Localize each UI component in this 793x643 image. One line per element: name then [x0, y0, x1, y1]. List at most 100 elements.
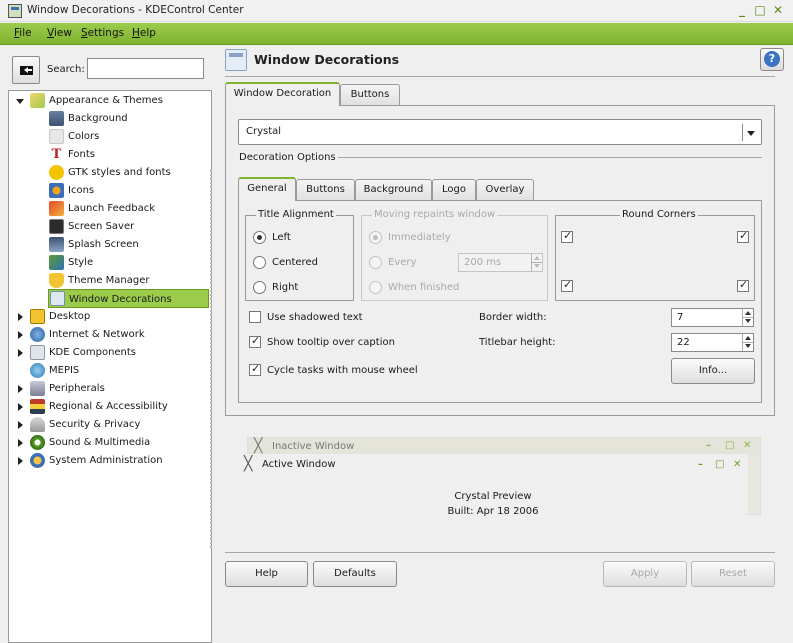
background-icon — [49, 111, 64, 126]
expand-arrow-icon[interactable] — [18, 349, 23, 357]
repaint-interval-spinbox[interactable]: 200 ms — [458, 253, 543, 272]
tree-item-launch-feedback[interactable]: Launch Feedback — [49, 200, 209, 217]
tree-item-security[interactable]: Security & Privacy — [30, 416, 208, 433]
tab-buttons[interactable]: Buttons — [340, 84, 400, 106]
tree-item-sound[interactable]: Sound & Multimedia — [30, 434, 208, 451]
tree-item-style[interactable]: Style — [49, 254, 209, 271]
tree-item-gtk[interactable]: GTK styles and fonts — [49, 164, 209, 181]
tree-item-peripherals[interactable]: Peripherals — [30, 380, 208, 397]
titlebar-height-label: Titlebar height: — [479, 337, 556, 348]
tree-item-icons[interactable]: Icons — [49, 182, 209, 199]
radio-every[interactable] — [369, 256, 382, 269]
expand-arrow-icon[interactable] — [18, 385, 23, 393]
subtab-background[interactable]: Background — [355, 179, 432, 201]
tree-item-screensaver[interactable]: Screen Saver — [49, 218, 209, 235]
expand-arrow-icon[interactable] — [18, 421, 23, 429]
tree-item-label: Icons — [68, 185, 95, 196]
tree-item-background[interactable]: Background — [49, 110, 209, 127]
tree-item-desktop[interactable]: Desktop — [30, 308, 208, 325]
menu-settings[interactable]: Settings — [81, 27, 124, 39]
tree-item-kde-components[interactable]: KDE Components — [30, 344, 208, 361]
preview-active-titlebar: ╳ Active Window – □ ✕ — [238, 454, 748, 474]
use-shadowed-text-checkbox[interactable] — [249, 311, 261, 323]
network-icon — [30, 327, 45, 342]
border-width-label: Border width: — [479, 312, 547, 323]
title-alignment-label: Title Alignment — [256, 209, 336, 220]
x-logo-icon: ╳ — [244, 456, 253, 472]
tree-item-network[interactable]: Internet & Network — [30, 326, 208, 343]
show-tooltip-label: Show tooltip over caption — [267, 337, 395, 348]
spin-down-icon[interactable] — [742, 342, 753, 351]
tree-item-label: Background — [68, 113, 128, 124]
decoration-select[interactable]: Crystal — [238, 119, 762, 145]
tree-item-mepis[interactable]: MEPIS — [30, 362, 208, 379]
round-corner-bottom-right-checkbox[interactable] — [737, 278, 749, 292]
preview-close-icon: ✕ — [733, 459, 742, 470]
help-button[interactable]: ? — [760, 48, 784, 71]
tree-item-window-decorations[interactable]: Window Decorations — [48, 289, 209, 308]
splitter-handle[interactable] — [210, 170, 212, 550]
spin-down-icon[interactable] — [742, 317, 753, 326]
round-corner-top-left-checkbox[interactable] — [561, 229, 573, 243]
show-tooltip-checkbox[interactable] — [249, 334, 261, 348]
round-corner-bottom-left-checkbox[interactable] — [561, 278, 573, 292]
tree-item-fonts[interactable]: T Fonts — [49, 146, 209, 163]
radio-right[interactable] — [253, 281, 266, 294]
defaults-button[interactable]: Defaults — [313, 561, 397, 587]
subtab-buttons[interactable]: Buttons — [296, 179, 355, 201]
tree-item-colors[interactable]: Colors — [49, 128, 209, 145]
decoration-options-label: Decoration Options — [237, 152, 338, 163]
titlebar-height-spinbox[interactable]: 22 — [671, 333, 754, 352]
tree-item-label: Desktop — [49, 311, 91, 322]
header-divider — [225, 76, 775, 77]
module-tree[interactable]: Appearance & Themes Background Colors T … — [8, 90, 212, 643]
close-icon[interactable]: ✕ — [770, 2, 786, 18]
info-button[interactable]: Info... — [671, 358, 755, 384]
preview-close-icon: ✕ — [743, 440, 752, 451]
expand-arrow-icon[interactable] — [18, 403, 23, 411]
title-bar[interactable]: Window Decorations - KDEControl Center _… — [0, 0, 793, 22]
menu-help-label: elp — [139, 27, 156, 39]
tree-item-splash[interactable]: Splash Screen — [49, 236, 209, 253]
apply-button[interactable]: Apply — [603, 561, 687, 587]
spin-down-icon[interactable] — [531, 262, 542, 271]
border-width-spinbox[interactable]: 7 — [671, 308, 754, 327]
launch-feedback-icon — [49, 201, 64, 216]
radio-when-finished[interactable] — [369, 281, 382, 294]
style-icon — [49, 255, 64, 270]
screensaver-icon — [49, 219, 64, 234]
expand-arrow-icon[interactable] — [18, 457, 23, 465]
tree-item-appearance[interactable]: Appearance & Themes — [30, 92, 208, 109]
tree-item-system-admin[interactable]: System Administration — [30, 452, 208, 469]
expand-arrow-icon[interactable] — [18, 313, 23, 321]
maximize-icon[interactable]: □ — [752, 2, 768, 18]
subtab-overlay[interactable]: Overlay — [476, 179, 534, 201]
round-corner-top-right-checkbox[interactable] — [737, 229, 749, 243]
index-toggle-button[interactable] — [12, 56, 40, 84]
tree-item-theme-manager[interactable]: Theme Manager — [49, 272, 209, 289]
kde-components-icon — [30, 345, 45, 360]
cycle-tasks-checkbox[interactable] — [249, 362, 261, 376]
tree-item-label: Theme Manager — [68, 275, 150, 286]
tab-window-decoration[interactable]: Window Decoration — [225, 82, 340, 106]
expand-arrow-icon[interactable] — [18, 439, 23, 447]
radio-immediately[interactable] — [369, 231, 382, 244]
titlebar-height-value: 22 — [677, 337, 690, 348]
expand-arrow-icon[interactable] — [18, 331, 23, 339]
index-icon — [20, 66, 33, 75]
help-bottom-button[interactable]: Help — [225, 561, 308, 587]
expand-arrow-icon[interactable] — [16, 99, 24, 104]
minimize-icon[interactable]: _ — [734, 2, 750, 18]
subtab-logo[interactable]: Logo — [432, 179, 476, 201]
menu-file[interactable]: File — [14, 27, 32, 39]
radio-centered[interactable] — [253, 256, 266, 269]
radio-when-finished-label: When finished — [388, 282, 460, 293]
subtab-general[interactable]: General — [238, 177, 296, 201]
menu-help[interactable]: Help — [132, 27, 156, 39]
desktop-icon — [30, 309, 45, 324]
menu-view[interactable]: View — [47, 27, 72, 39]
radio-left[interactable] — [253, 231, 266, 244]
reset-button[interactable]: Reset — [691, 561, 775, 587]
search-input[interactable] — [87, 58, 204, 79]
tree-item-regional[interactable]: Regional & Accessibility — [30, 398, 208, 415]
